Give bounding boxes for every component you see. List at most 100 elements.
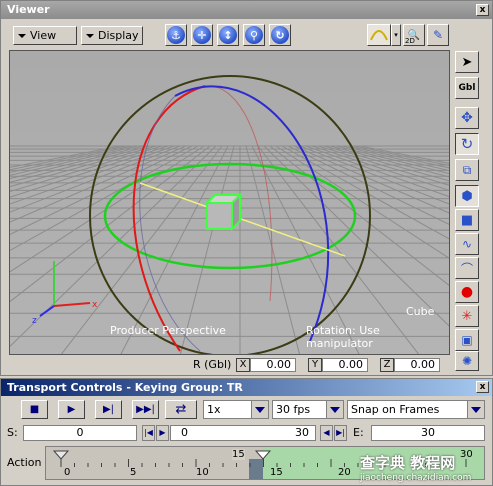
range-field[interactable]: 0 30 <box>170 425 316 441</box>
x-key: X <box>236 358 250 372</box>
chevron-down-icon: ▾ <box>394 31 398 39</box>
watermark: 查字典 教程网 jiaocheng.chazidian.com <box>360 452 490 483</box>
z-field[interactable]: 0.00 <box>394 358 440 372</box>
loop-icon: ⇄ <box>175 402 187 417</box>
rotate-icon: ↻ <box>271 26 289 44</box>
global-toggle-button[interactable]: Gbl <box>455 77 479 99</box>
2d-zoom-button[interactable]: 🔍 2D <box>403 24 425 46</box>
curve-create-button[interactable]: ∿ <box>455 233 479 255</box>
rotate-tool-button[interactable]: ↻ <box>455 133 479 155</box>
start-field[interactable]: 0 <box>23 425 137 441</box>
transport-titlebar[interactable]: Transport Controls - Keying Group: TR x <box>1 379 492 396</box>
display-menu-button[interactable]: Display <box>81 26 143 45</box>
camera-button[interactable]: ▣ <box>455 329 479 351</box>
viewer-window: Viewer x View Display ⚓ ✛ ↕ ⚲ ↻ ▾ 🔍2D ✎ <box>0 0 493 376</box>
view-menu-button[interactable]: View <box>13 26 77 45</box>
anchor-button[interactable]: ⚓ <box>165 24 187 46</box>
light-button[interactable]: ✺ <box>455 351 479 371</box>
tick-label-5: 5 <box>130 467 137 478</box>
scale-icon: ⧉ <box>462 162 472 177</box>
curve-mode-button[interactable] <box>367 24 391 46</box>
cube-object[interactable] <box>204 192 243 232</box>
chevron-down-icon <box>251 401 268 418</box>
step-forward-button[interactable]: ▶| <box>95 400 122 419</box>
tick-label-0: 0 <box>64 467 71 478</box>
chevron-down-icon <box>86 34 94 38</box>
speed-select[interactable]: 1x <box>203 400 269 419</box>
display-menu-label: Display <box>98 29 139 42</box>
point-icon: ● <box>460 284 474 300</box>
end-field[interactable]: 30 <box>371 425 485 441</box>
spline-create-button[interactable]: ⌒ <box>455 257 479 279</box>
viewer-close-button[interactable]: x <box>476 4 489 16</box>
pan-button[interactable]: ✛ <box>191 24 213 46</box>
object-select-button[interactable]: ⬢ <box>455 185 479 207</box>
tick-label-20: 20 <box>338 467 351 478</box>
select-object-icon: ⬢ <box>461 188 473 204</box>
watermark-main: 查字典 教程网 <box>360 454 456 472</box>
cube-create-button[interactable]: ■ <box>455 209 479 231</box>
marker-left-label: 15 <box>232 449 245 460</box>
range-end-value: 30 <box>295 426 309 439</box>
current-marker[interactable] <box>254 450 272 460</box>
object-label: Cube <box>406 305 435 318</box>
curve-mode-dropdown[interactable]: ▾ <box>391 24 401 46</box>
play-icon: ▶ <box>67 404 76 415</box>
translate-icon: ✥ <box>461 110 473 126</box>
fast-forward-icon: ▶▶| <box>136 404 155 415</box>
anchor-icon: ⚓ <box>167 26 185 44</box>
select-tool-button[interactable]: ➤ <box>455 51 479 73</box>
zoom-button[interactable]: ⚲ <box>243 24 265 46</box>
range-end-fwd-button[interactable]: ▶| <box>334 425 347 441</box>
play-button[interactable]: ▶ <box>58 400 85 419</box>
range-start-fwd-button[interactable]: ▶ <box>156 425 169 441</box>
scale-tool-button[interactable]: ⧉ <box>455 159 479 181</box>
render-button[interactable]: ✎ <box>427 24 449 46</box>
start-marker[interactable] <box>52 450 70 460</box>
point-create-button[interactable]: ● <box>455 281 479 303</box>
3d-viewport[interactable]: x z Cube Producer Perspective Rotation: … <box>9 50 450 355</box>
view-menu-label: View <box>30 29 57 42</box>
start-label: S: <box>7 426 18 439</box>
range-end-back-button[interactable]: ◀ <box>320 425 333 441</box>
viewer-title: Viewer <box>7 3 50 16</box>
end-label: E: <box>353 426 364 439</box>
close-icon: x <box>479 382 486 392</box>
stop-button[interactable]: ■ <box>21 400 48 419</box>
dolly-icon: ↕ <box>219 26 237 44</box>
fps-select[interactable]: 30 fps <box>272 400 344 419</box>
y-field[interactable]: 0.00 <box>322 358 368 372</box>
select-arrow-icon: ➤ <box>461 54 473 70</box>
loop-button[interactable]: ⇄ <box>165 400 197 419</box>
range-start-value: 0 <box>181 426 188 439</box>
zoom-icon: ⚲ <box>245 26 263 44</box>
stop-icon: ■ <box>29 404 40 415</box>
curve-icon: ∿ <box>461 237 473 251</box>
dolly-button[interactable]: ↕ <box>217 24 239 46</box>
go-to-end-button[interactable]: ▶▶| <box>132 400 159 419</box>
chevron-down-icon <box>326 401 343 418</box>
spline-icon: ⌒ <box>460 261 473 276</box>
svg-text:x: x <box>92 300 98 310</box>
transport-title: Transport Controls - Keying Group: TR <box>7 381 243 394</box>
viewport-canvas: x z <box>10 51 449 354</box>
rotate-view-button[interactable]: ↻ <box>269 24 291 46</box>
viewer-titlebar[interactable]: Viewer x <box>1 1 492 19</box>
x-field[interactable]: 0.00 <box>250 358 296 372</box>
action-label: Action <box>7 456 42 469</box>
svg-text:z: z <box>32 316 37 326</box>
camera-label: Producer Perspective <box>110 324 226 337</box>
fps-value: 30 fps <box>276 403 311 416</box>
particle-icon: ✳ <box>461 308 473 324</box>
z-key: Z <box>380 358 394 372</box>
chevron-down-icon <box>18 34 26 38</box>
transport-close-button[interactable]: x <box>476 381 489 393</box>
snap-value: Snap on Frames <box>351 403 440 416</box>
step-forward-icon: ▶| <box>102 404 115 415</box>
translate-tool-button[interactable]: ✥ <box>455 107 479 129</box>
speed-value: 1x <box>207 403 221 416</box>
range-start-back-button[interactable]: |◀ <box>142 425 155 441</box>
snap-select[interactable]: Snap on Frames <box>347 400 485 419</box>
particle-button[interactable]: ✳ <box>455 305 479 327</box>
mode-label: Rotation: Use manipulator <box>306 324 380 350</box>
